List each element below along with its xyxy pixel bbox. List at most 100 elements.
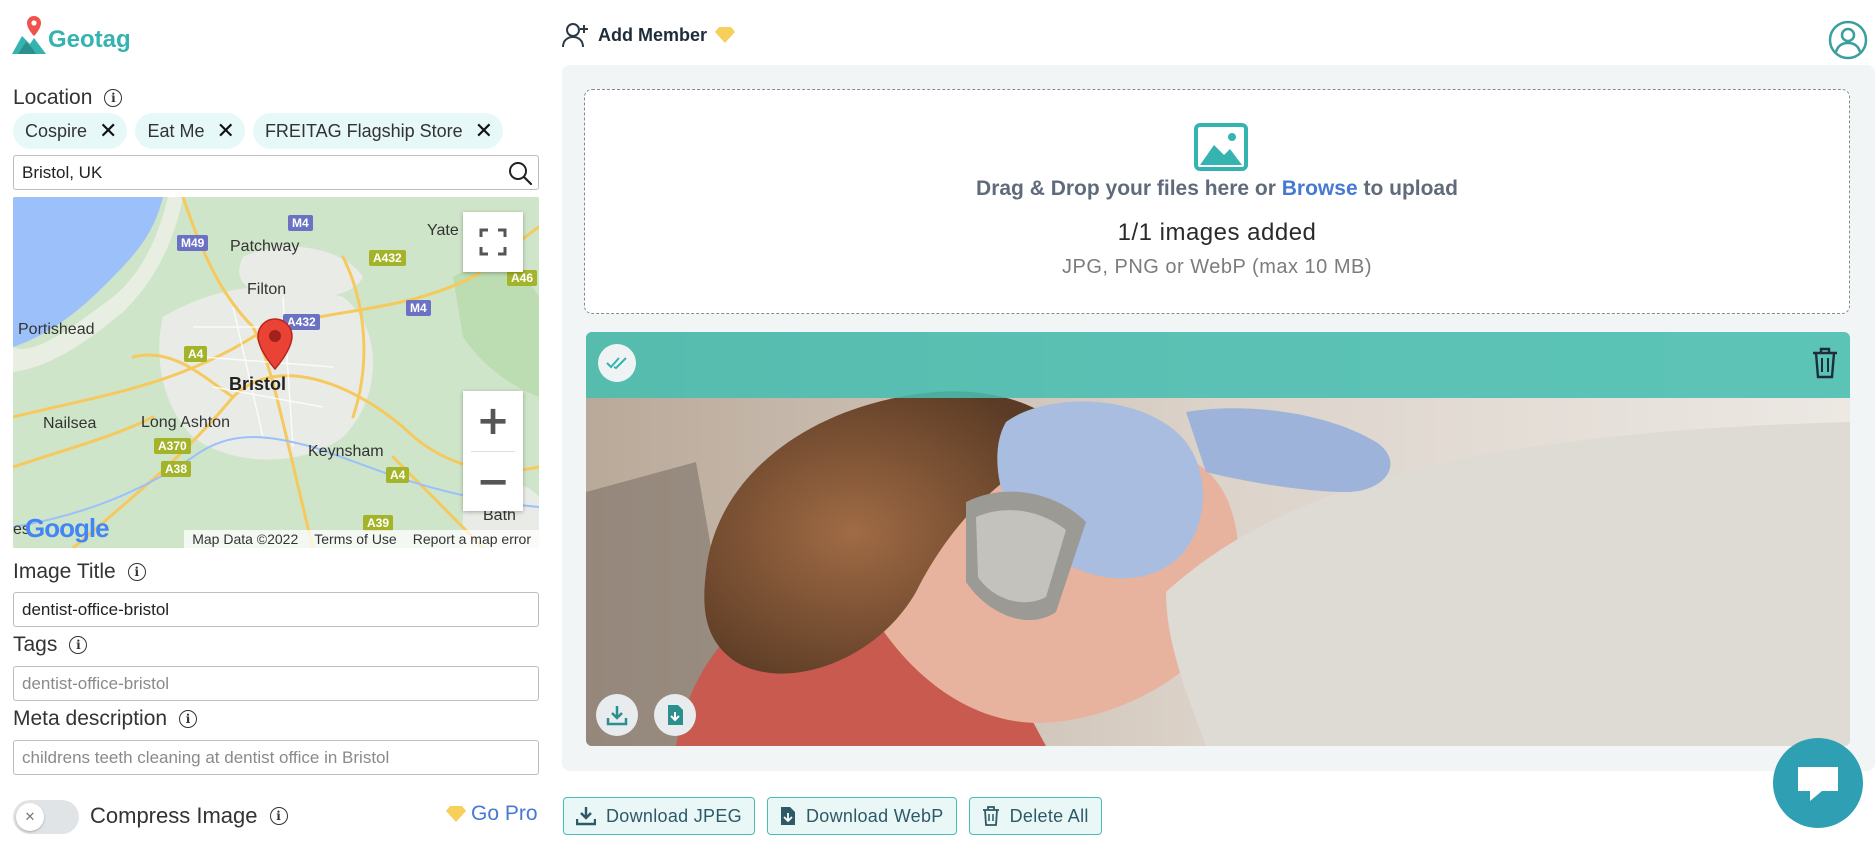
map-place-label: Patchway: [230, 238, 300, 255]
tags-label: Tags i: [13, 633, 88, 657]
dropzone-text-after: to upload: [1357, 177, 1458, 200]
compress-label-text: Compress Image: [90, 803, 258, 828]
info-icon[interactable]: i: [127, 563, 146, 581]
road-label: M4: [288, 215, 313, 231]
location-search-value: Bristol, UK: [22, 162, 103, 182]
chat-icon: [1798, 767, 1838, 801]
trash-icon[interactable]: [1810, 346, 1840, 380]
tags-label-text: Tags: [13, 633, 58, 656]
download-webp-label: Download WebP: [805, 805, 944, 826]
diamond-icon: [446, 806, 466, 822]
images-added-count: 1/1 images added: [1117, 219, 1317, 246]
close-icon[interactable]: ✕: [99, 120, 117, 142]
map-place-label: Filton: [247, 281, 287, 298]
zoom-controls: + −: [463, 391, 523, 511]
google-logo-text: Google: [25, 513, 110, 543]
map-pin-icon[interactable]: [256, 317, 294, 371]
download-image-button[interactable]: [596, 694, 638, 736]
dropzone-instructions: Drag & Drop your files here or Browse to…: [585, 177, 1849, 201]
info-icon[interactable]: i: [104, 89, 123, 107]
browse-link[interactable]: Browse: [1282, 177, 1358, 200]
map-data-text: Map Data ©2022: [192, 531, 299, 547]
tags-input[interactable]: dentist-office-bristol: [13, 666, 539, 701]
road-label: A39: [363, 515, 394, 531]
user-circle-icon[interactable]: [1828, 20, 1868, 60]
zoom-in-button[interactable]: +: [463, 391, 523, 451]
logo-icon: [12, 16, 46, 54]
report-map-error-link[interactable]: Report a map error: [413, 531, 531, 547]
meta-description-label-text: Meta description: [13, 707, 168, 730]
go-pro-link[interactable]: Go Pro: [446, 802, 538, 826]
meta-description-input[interactable]: childrens teeth cleaning at dentist offi…: [13, 740, 539, 775]
map-place-label: Portishead: [18, 321, 95, 338]
image-card-header: [586, 332, 1850, 398]
upload-dropzone[interactable]: Drag & Drop your files here or Browse to…: [584, 89, 1850, 314]
image-title-value: dentist-office-bristol: [22, 599, 170, 619]
map-place-label: Long Ashton: [141, 414, 230, 431]
chat-button[interactable]: [1773, 738, 1863, 828]
double-check-icon: [606, 357, 627, 370]
download-webp-button[interactable]: Download WebP: [766, 797, 957, 835]
info-icon[interactable]: i: [69, 636, 88, 654]
go-pro-label: Go Pro: [471, 802, 538, 825]
compress-toggle[interactable]: ✕: [13, 800, 79, 834]
road-label: M49: [177, 235, 209, 251]
location-label-text: Location: [13, 86, 93, 109]
file-type-hint: JPG, PNG or WebP (max 10 MB): [1061, 256, 1372, 278]
chip-label: Eat Me: [147, 120, 205, 141]
add-member-button[interactable]: Add Member: [562, 22, 736, 48]
road-label: A370: [154, 438, 191, 454]
delete-all-label: Delete All: [1009, 805, 1089, 826]
image-title-label-text: Image Title: [13, 560, 116, 583]
file-download-icon: [668, 705, 683, 725]
location-search-input[interactable]: Bristol, UK: [13, 155, 539, 190]
file-download-icon: [780, 807, 795, 825]
dropzone-text-before: Drag & Drop your files here or: [976, 177, 1282, 200]
location-map[interactable]: M4 M49 A432 A46 A432 M4 A4 A370 A38 A4 A…: [13, 197, 539, 548]
map-place-label: Nailsea: [43, 415, 97, 432]
close-icon[interactable]: ✕: [217, 120, 235, 142]
image-card: [586, 332, 1850, 746]
road-label: A38: [161, 461, 192, 477]
location-chip: Cospire ✕: [13, 113, 128, 149]
download-jpeg-label: Download JPEG: [606, 805, 742, 826]
zoom-out-button[interactable]: −: [463, 452, 523, 511]
tags-placeholder: dentist-office-bristol: [22, 673, 170, 693]
app-root: Geotag Location i Cospire ✕ Eat Me ✕ FRE…: [0, 0, 1876, 860]
map-place-label: Yate: [427, 222, 459, 239]
diamond-icon: [715, 27, 736, 43]
terms-link[interactable]: Terms of Use: [314, 531, 396, 547]
sidebar: Geotag Location i Cospire ✕ Eat Me ✕ FRE…: [0, 0, 550, 860]
image-icon: [1194, 123, 1248, 171]
delete-all-button[interactable]: Delete All: [968, 797, 1102, 835]
download-icon: [576, 807, 596, 826]
bulk-actions: Download JPEG Download WebP Delete All: [563, 797, 1102, 835]
location-label: Location i: [13, 86, 123, 110]
google-logo: Google: [25, 513, 110, 544]
close-icon[interactable]: ✕: [475, 120, 493, 142]
logo[interactable]: Geotag: [12, 14, 131, 54]
location-chip: FREITAG Flagship Store ✕: [252, 113, 504, 149]
trash-icon: [982, 806, 999, 826]
fullscreen-button[interactable]: [463, 212, 523, 272]
map-place-label: Keynsham: [308, 443, 384, 460]
toggle-off-icon: ✕: [16, 803, 44, 831]
location-chip: Eat Me ✕: [135, 113, 245, 149]
image-title-input[interactable]: dentist-office-bristol: [13, 592, 539, 627]
road-label: A46: [507, 270, 538, 286]
image-title-label: Image Title i: [13, 560, 146, 584]
chip-label: FREITAG Flagship Store: [264, 120, 463, 141]
road-label: A4: [386, 467, 410, 483]
download-file-button[interactable]: [654, 694, 696, 736]
download-jpeg-button[interactable]: Download JPEG: [563, 797, 755, 835]
status-button[interactable]: [598, 344, 636, 382]
add-member-label: Add Member: [598, 24, 708, 45]
road-label: A432: [369, 250, 406, 266]
location-chips: Cospire ✕ Eat Me ✕ FREITAG Flagship Stor…: [13, 113, 504, 149]
fullscreen-icon: [479, 228, 507, 256]
info-icon[interactable]: i: [269, 807, 288, 825]
search-icon[interactable]: [508, 161, 532, 185]
map-footer: Map Data ©2022 Terms of Use Report a map…: [184, 530, 539, 548]
info-icon[interactable]: i: [179, 710, 198, 728]
road-label: A4: [184, 346, 208, 362]
